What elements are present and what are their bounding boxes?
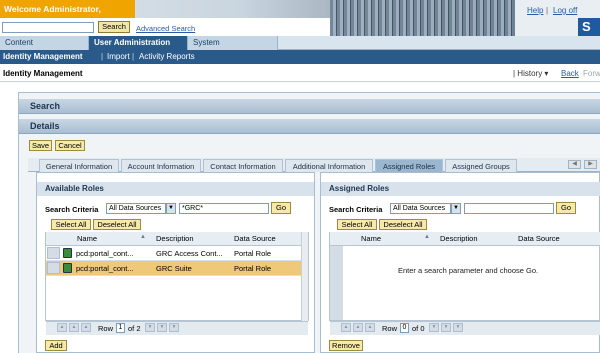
topnav-content-administration[interactable]: Content Administration <box>0 36 89 61</box>
chevron-down-icon[interactable]: ▼ <box>451 203 461 214</box>
available-select-all-button[interactable]: Select All <box>51 219 91 230</box>
column-header-description[interactable]: Description <box>156 234 194 243</box>
subnav-activity-reports[interactable]: Activity Reports <box>139 50 195 64</box>
pager-row-label: Row <box>98 324 114 333</box>
previous-page-icon[interactable]: ▲ <box>353 323 363 332</box>
column-header-data-source[interactable]: Data Source <box>234 234 276 243</box>
available-source-select[interactable]: All Data Sources <box>106 203 166 214</box>
sap-logo: S <box>578 18 600 36</box>
page-title: Identity Management <box>3 69 83 78</box>
cancel-button[interactable]: Cancel <box>55 140 85 151</box>
tab-assigned-groups[interactable]: Assigned Groups <box>445 159 517 172</box>
role-source-cell: Portal Role <box>234 264 272 273</box>
next-page-icon[interactable]: ▼ <box>157 323 167 332</box>
assigned-deselect-all-button[interactable]: Deselect All <box>379 219 427 230</box>
row-selector[interactable] <box>47 247 60 259</box>
available-deselect-all-button[interactable]: Deselect All <box>93 219 141 230</box>
next-row-icon[interactable]: ▼ <box>429 323 439 332</box>
role-icon <box>63 248 72 258</box>
pager-row-label: Row <box>382 324 398 333</box>
subnav-identity-management[interactable]: Identity Management <box>3 50 83 64</box>
next-page-icon[interactable]: ▼ <box>441 323 451 332</box>
back-link[interactable]: Back <box>561 69 579 78</box>
subnav-separator: | <box>132 52 135 61</box>
topnav-user-administration[interactable]: User Administration <box>89 36 188 50</box>
tab-account-information[interactable]: Account Information <box>121 159 201 172</box>
welcome-message: Welcome Administrator, <box>0 0 135 18</box>
assigned-select-all-button[interactable]: Select All <box>337 219 377 230</box>
second-level-navigation <box>0 50 600 64</box>
save-button[interactable]: Save <box>29 140 52 151</box>
chevron-down-icon[interactable]: ▼ <box>166 203 176 214</box>
sort-icon[interactable]: ▲ <box>424 234 430 240</box>
subnav-separator: | <box>101 52 104 61</box>
help-link[interactable]: Help <box>527 6 543 15</box>
header-separator: | <box>546 6 549 15</box>
assigned-criteria-label: Search Criteria <box>329 205 383 214</box>
column-header-description[interactable]: Description <box>440 234 478 243</box>
empty-table-message: Enter a search parameter and choose Go. <box>398 266 539 275</box>
role-description-cell: GRC Suite <box>156 264 192 273</box>
tab-additional-information[interactable]: Additional Information <box>285 159 373 172</box>
pager-total: of 0 <box>412 324 425 333</box>
sort-icon[interactable]: ▲ <box>140 234 146 240</box>
role-description-cell: GRC Access Cont... <box>156 249 223 258</box>
column-header-name[interactable]: Name <box>361 234 381 243</box>
history-menu[interactable]: | History ▾ <box>513 69 548 78</box>
remove-button[interactable]: Remove <box>329 340 363 351</box>
available-table-scrollbar[interactable] <box>301 232 308 321</box>
assigned-search-input[interactable] <box>464 203 554 214</box>
topnav-system-administration[interactable]: System Administration <box>188 36 278 61</box>
column-header-name[interactable]: Name <box>77 234 97 243</box>
tab-contact-information[interactable]: Contact Information <box>203 159 283 172</box>
first-page-icon[interactable]: ▲ <box>341 323 351 332</box>
available-go-button[interactable]: Go <box>271 202 291 214</box>
assigned-source-select[interactable]: All Data Sources <box>390 203 451 214</box>
pager-row-input[interactable]: 0 <box>400 323 409 333</box>
row-selector-column <box>330 246 343 320</box>
previous-row-icon[interactable]: ▲ <box>81 323 91 332</box>
portal-search-button[interactable]: Search <box>98 21 130 33</box>
logoff-link[interactable]: Log off <box>553 6 577 15</box>
last-page-icon[interactable]: ▼ <box>453 323 463 332</box>
tab-assigned-roles[interactable]: Assigned Roles <box>375 159 443 172</box>
search-section-header[interactable]: Search <box>19 99 600 114</box>
portal-search-input[interactable] <box>2 22 94 33</box>
available-roles-title: Available Roles <box>37 182 314 196</box>
subnav-import[interactable]: Import <box>107 50 130 64</box>
add-button[interactable]: Add <box>45 340 67 351</box>
assigned-go-button[interactable]: Go <box>556 202 576 214</box>
tab-scroll-left-icon[interactable]: ◀ <box>568 160 581 169</box>
tab-general-information[interactable]: General Information <box>39 159 119 172</box>
last-page-icon[interactable]: ▼ <box>169 323 179 332</box>
pager-row-input[interactable]: 1 <box>116 323 125 333</box>
previous-row-icon[interactable]: ▲ <box>365 323 375 332</box>
details-section-header[interactable]: Details <box>19 119 600 134</box>
page-title-bar <box>0 66 600 82</box>
first-page-icon[interactable]: ▲ <box>57 323 67 332</box>
assigned-roles-title: Assigned Roles <box>321 182 600 196</box>
column-header-data-source[interactable]: Data Source <box>518 234 560 243</box>
previous-page-icon[interactable]: ▲ <box>69 323 79 332</box>
forward-link[interactable]: Forw <box>583 69 600 78</box>
header-banner-image <box>330 0 515 36</box>
available-criteria-label: Search Criteria <box>45 205 99 214</box>
role-name-cell: pcd:portal_cont... <box>76 264 134 273</box>
advanced-search-link[interactable]: Advanced Search <box>136 24 195 33</box>
role-icon <box>63 263 72 273</box>
available-search-input[interactable]: *GRC* <box>179 203 269 214</box>
next-row-icon[interactable]: ▼ <box>145 323 155 332</box>
row-selector[interactable] <box>47 262 60 274</box>
role-name-cell: pcd:portal_cont... <box>76 249 134 258</box>
tab-scroll-right-icon[interactable]: ▶ <box>584 160 597 169</box>
role-source-cell: Portal Role <box>234 249 272 258</box>
pager-total: of 2 <box>128 324 141 333</box>
